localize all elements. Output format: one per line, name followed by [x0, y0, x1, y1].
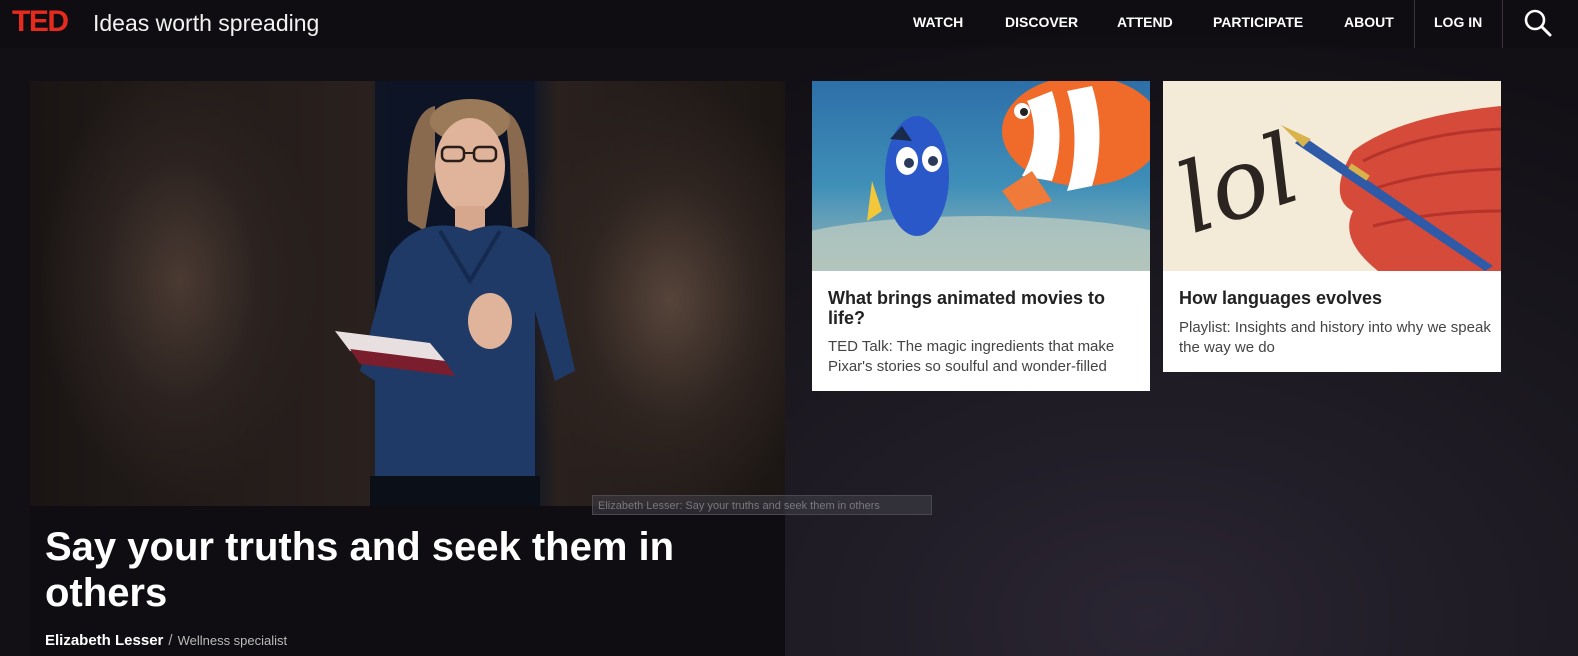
featured-talk-speaker: Elizabeth Lesser / Wellness specialist: [45, 632, 287, 650]
featured-talk-title[interactable]: Say your truths and seek them in others: [45, 524, 725, 616]
search-icon[interactable]: [1522, 7, 1554, 39]
featured-talk-image[interactable]: [30, 81, 785, 506]
playlist-card-title[interactable]: How languages evolves: [1179, 288, 1489, 308]
nav-log-in[interactable]: LOG IN: [1434, 14, 1482, 30]
speaker-role: Wellness specialist: [177, 633, 288, 648]
talk-card-image[interactable]: [812, 81, 1150, 271]
featured-talk[interactable]: Say your truths and seek them in others …: [30, 81, 785, 656]
nav-discover[interactable]: DISCOVER: [1005, 14, 1078, 30]
nav-divider: [1414, 0, 1415, 48]
talk-card-animated-movies[interactable]: What brings animated movies to life? TED…: [812, 81, 1150, 391]
ted-logo[interactable]: TED: [12, 7, 69, 37]
nav-watch[interactable]: WATCH: [913, 14, 963, 30]
image-tooltip: Elizabeth Lesser: Say your truths and se…: [592, 495, 932, 515]
site-tagline: Ideas worth spreading: [93, 10, 320, 36]
speaker-separator: /: [168, 632, 173, 649]
nav-divider: [1502, 0, 1503, 48]
playlist-card-languages[interactable]: lol How languages evolves Playlist: Insi…: [1163, 81, 1501, 372]
speaker-name[interactable]: Elizabeth Lesser: [45, 632, 163, 649]
nav-about[interactable]: ABOUT: [1344, 14, 1394, 30]
playlist-card-description: Playlist: Insights and history into why …: [1179, 319, 1491, 356]
nav-attend[interactable]: ATTEND: [1117, 14, 1173, 30]
talk-card-description: TED Talk: The magic ingredients that mak…: [828, 338, 1115, 375]
top-navigation-bar: TED Ideas worth spreading WATCH DISCOVER…: [0, 0, 1578, 48]
playlist-card-image[interactable]: lol: [1163, 81, 1501, 271]
nav-participate[interactable]: PARTICIPATE: [1213, 14, 1303, 30]
talk-card-title[interactable]: What brings animated movies to life?: [828, 288, 1138, 328]
